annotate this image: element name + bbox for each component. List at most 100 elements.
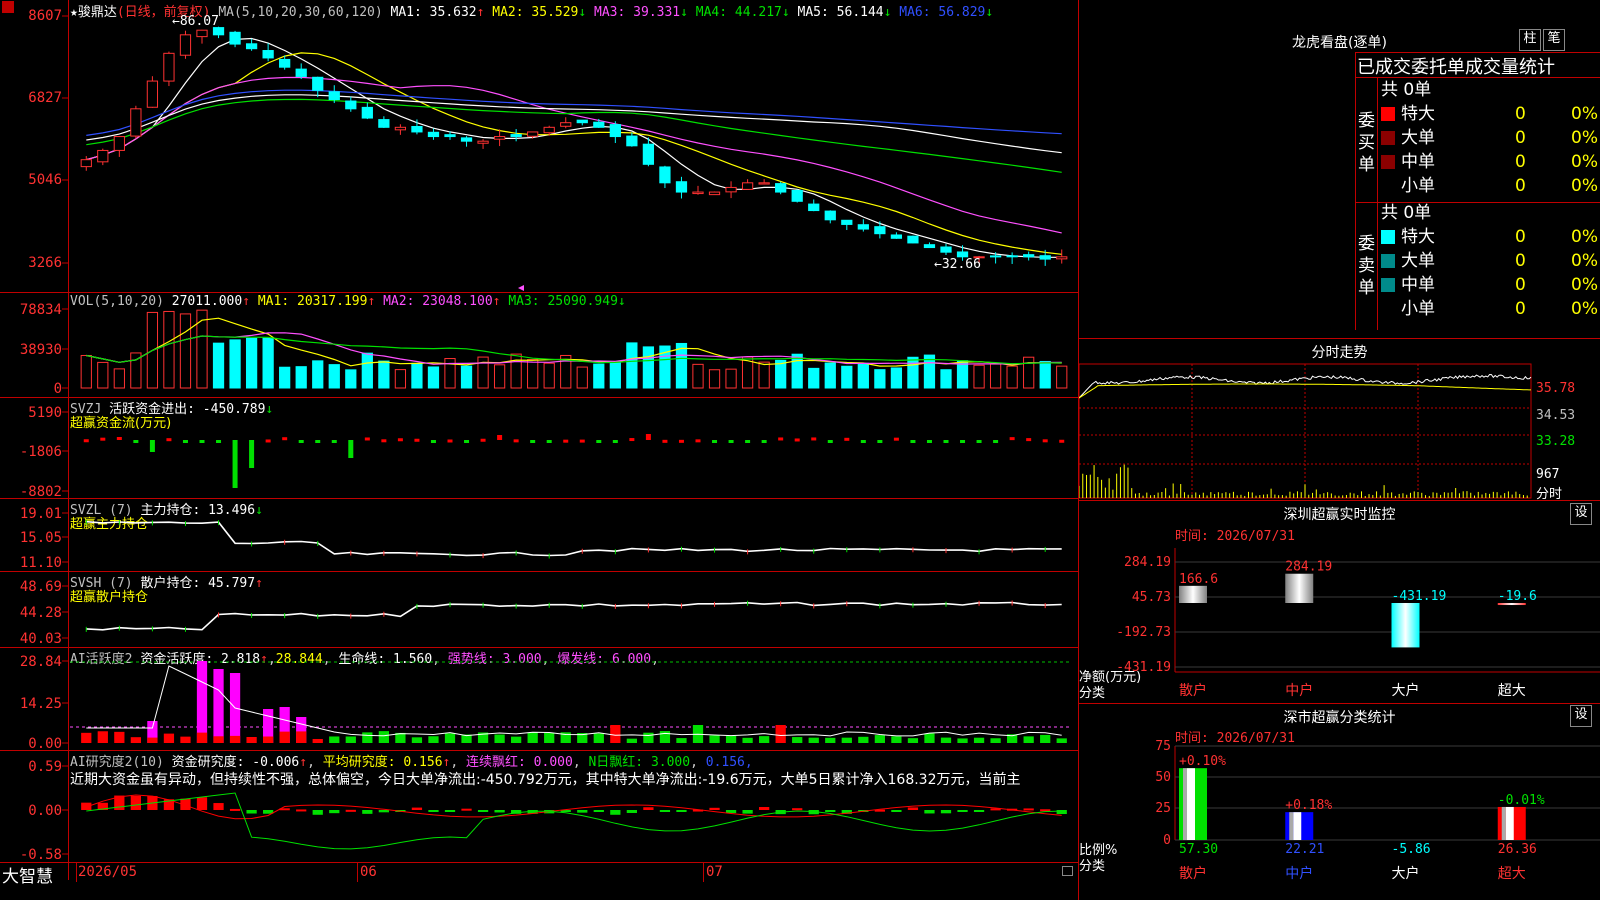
order-row: 小单 0 0% bbox=[1381, 297, 1600, 321]
flow-bar bbox=[397, 438, 403, 442]
sell-orders-label: 委卖单 bbox=[1358, 234, 1375, 298]
intraday-vol-tick: 967 bbox=[1536, 467, 1560, 482]
flow-bar bbox=[596, 440, 602, 443]
research-bar bbox=[411, 807, 423, 810]
volume-bar bbox=[460, 365, 473, 389]
research-line bbox=[86, 794, 1062, 820]
order-row: 中单 0 0% bbox=[1381, 273, 1600, 297]
order-row: 小单 0 0% bbox=[1381, 174, 1600, 198]
x-tick bbox=[703, 862, 704, 882]
volume-bar bbox=[890, 367, 903, 389]
candle-body bbox=[493, 136, 506, 140]
volume-bar bbox=[593, 363, 605, 389]
volume-chart[interactable]: 78834 38930 0 bbox=[0, 293, 1078, 397]
avg-price-line bbox=[1079, 383, 1531, 399]
classify-settings-button[interactable]: 设 bbox=[1570, 705, 1592, 727]
activity-bar bbox=[246, 737, 257, 743]
activity-bar bbox=[990, 738, 1001, 743]
order-type: 小单 bbox=[1401, 176, 1435, 196]
candle-body bbox=[989, 255, 1002, 258]
candle-body bbox=[444, 134, 456, 138]
monitor-settings-button[interactable]: 设 bbox=[1570, 503, 1592, 525]
candle-body bbox=[609, 124, 621, 138]
volume-bar bbox=[874, 369, 886, 389]
category-label: 中户 bbox=[1285, 682, 1313, 699]
flow-bar bbox=[364, 437, 370, 441]
volume-bar bbox=[725, 368, 737, 389]
activity-bar bbox=[196, 732, 208, 743]
x-label-may: 2026/05 bbox=[78, 864, 138, 880]
chart-area[interactable]: ★骏鼎达(日线，前复权) MA(5,10,20,30,60,120) MA1: … bbox=[0, 0, 1079, 900]
svzj-chart[interactable]: 5190 -1806 -8802 bbox=[0, 398, 1078, 498]
activity-bar bbox=[610, 725, 621, 743]
activity-bar bbox=[825, 737, 836, 743]
flow-bar bbox=[497, 435, 503, 440]
activity-bar bbox=[907, 738, 919, 743]
research-bar bbox=[759, 807, 770, 810]
activity-bar bbox=[130, 737, 141, 743]
lock-icon[interactable] bbox=[1062, 866, 1073, 876]
color-swatch-icon bbox=[1381, 254, 1395, 268]
volume-bar bbox=[212, 342, 225, 389]
ma-line bbox=[86, 52, 1062, 255]
bar-view-button[interactable]: 柱 bbox=[1519, 29, 1541, 51]
order-type: 特大 bbox=[1401, 227, 1435, 247]
activity-bar bbox=[213, 669, 224, 743]
monitor-chart[interactable]: 284.19 45.73 -192.73 -431.19 166.6 散户 284.19 中户… bbox=[1079, 540, 1600, 705]
candle-body bbox=[113, 136, 125, 151]
order-count: 0 bbox=[1515, 128, 1526, 148]
order-type: 大单 bbox=[1401, 128, 1435, 148]
volume-bar bbox=[97, 361, 109, 389]
ai1-chart[interactable]: 28.84 14.25 0.00 bbox=[0, 648, 1078, 750]
candle-body bbox=[1056, 256, 1068, 260]
research-bar bbox=[345, 809, 356, 812]
pin-icon bbox=[518, 285, 524, 291]
candle-body bbox=[791, 189, 803, 202]
volume-bar bbox=[361, 352, 373, 389]
candle-body bbox=[543, 126, 555, 134]
candle-body bbox=[361, 106, 373, 119]
research-bar bbox=[362, 810, 373, 814]
candle-body bbox=[708, 191, 721, 196]
candle-body bbox=[808, 203, 820, 212]
divider bbox=[0, 862, 1078, 863]
flow-bar bbox=[414, 438, 420, 442]
candle-body bbox=[328, 91, 340, 101]
activity-bar bbox=[544, 732, 555, 743]
order-count: 0 bbox=[1515, 104, 1526, 124]
intraday-y-high: 35.78 bbox=[1536, 381, 1576, 396]
order-pct: 0% bbox=[1571, 299, 1598, 319]
activity-bar bbox=[709, 735, 720, 743]
flow-bar bbox=[976, 440, 982, 443]
ai2-chart[interactable]: 0.59 0.00 -0.58 bbox=[0, 751, 1078, 863]
tick-view-button[interactable]: 笔 bbox=[1543, 29, 1565, 51]
bar-value-label: -5.86 bbox=[1392, 842, 1431, 857]
candlestick-chart[interactable]: 8607 6827 5046 3266 ←86.07 ←32.66 bbox=[0, 0, 1078, 293]
volume-bar bbox=[262, 337, 274, 389]
svzj-y-tick-label: 5190 bbox=[28, 405, 62, 421]
monitor-title: 深圳超赢实时监控 bbox=[1283, 507, 1396, 523]
activity-bar bbox=[147, 737, 158, 743]
volume-bar bbox=[245, 337, 258, 389]
flow-bar bbox=[149, 440, 155, 452]
volume-bar bbox=[312, 360, 324, 389]
svzl-chart[interactable]: 19.01 15.05 11.10 bbox=[0, 499, 1078, 571]
research-bar bbox=[378, 810, 389, 813]
intraday-chart[interactable] bbox=[1079, 360, 1600, 500]
classify-chart[interactable]: 75 50 25 0 +0.10% 57.30 散户 +0.18% 22.21 中户 -5.86 大户… bbox=[1079, 740, 1600, 900]
y-tick-label: 8607 bbox=[28, 8, 62, 24]
volume-bar bbox=[692, 363, 704, 389]
svsh-chart[interactable]: 48.69 44.28 40.03 bbox=[0, 572, 1078, 647]
y-tick-label: 50 bbox=[1155, 770, 1171, 785]
order-count: 0 bbox=[1515, 152, 1526, 172]
candle-body bbox=[1006, 255, 1018, 258]
activity-bar bbox=[163, 733, 175, 743]
activity-bar bbox=[428, 736, 439, 743]
research-bar bbox=[891, 810, 902, 812]
indicator-line bbox=[86, 520, 1062, 557]
flow-bar bbox=[199, 440, 205, 443]
candle-body bbox=[841, 219, 853, 225]
flow-bar bbox=[1026, 438, 1032, 442]
ma-line bbox=[86, 76, 1062, 234]
brand-logo: 大智慧 bbox=[2, 867, 53, 887]
